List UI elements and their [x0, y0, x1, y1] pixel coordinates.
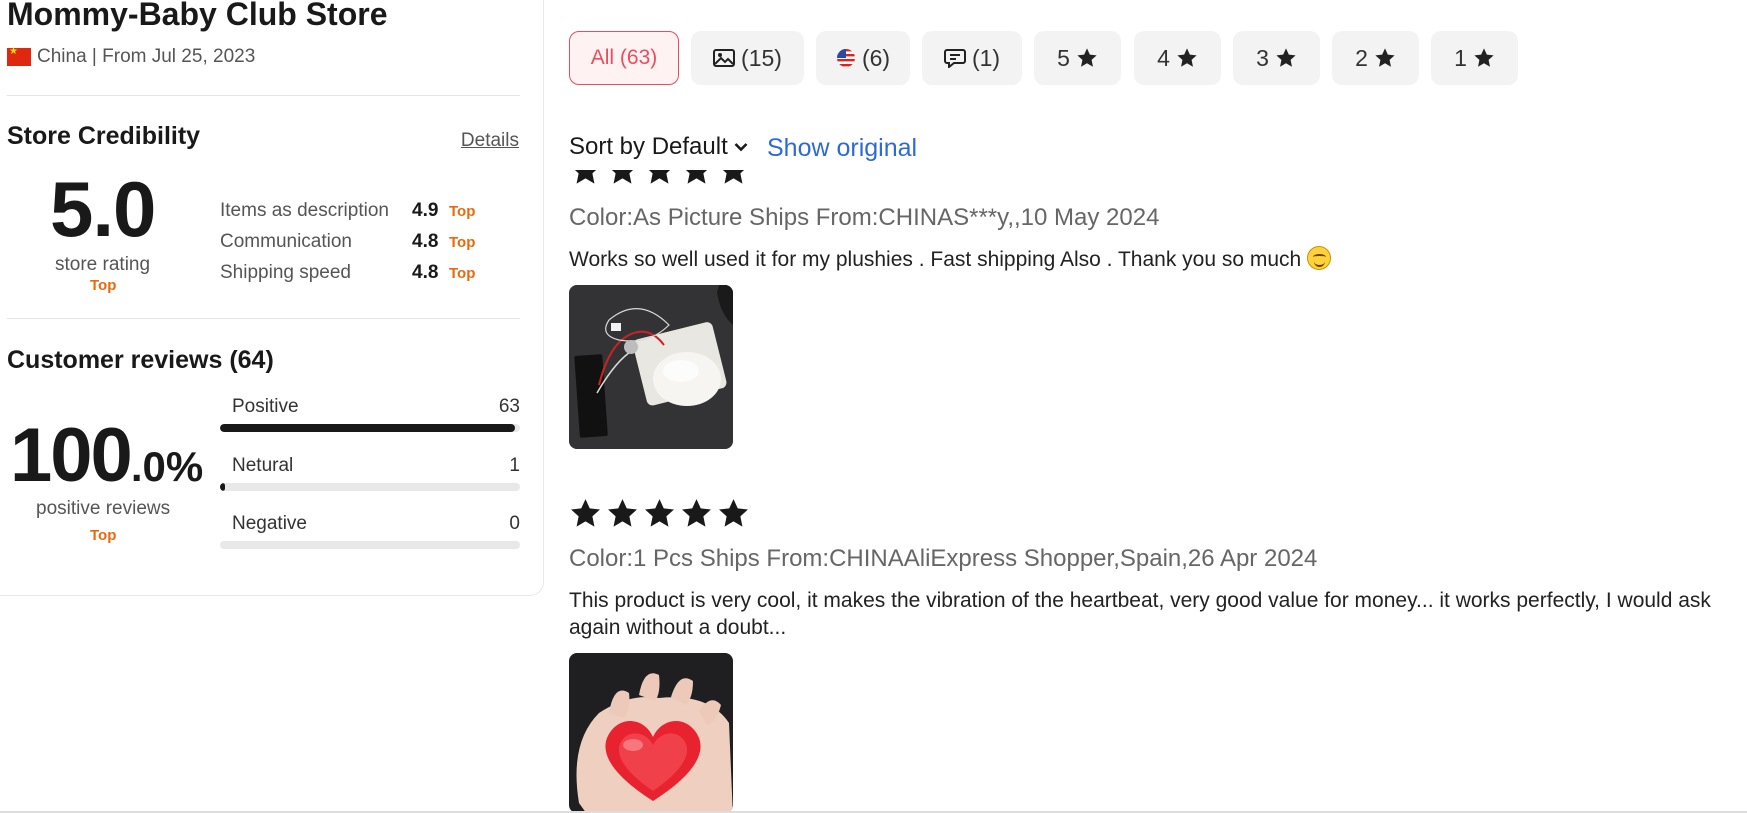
positive-percent-int: 100 [10, 413, 133, 498]
bar-label: Negative [232, 513, 307, 534]
metric-shipping-speed: Shipping speed 4.8 Top [220, 262, 475, 284]
store-credibility-title: Store Credibility [7, 122, 201, 150]
filter-3-star-chip[interactable]: 3 [1233, 31, 1320, 85]
bar-track [220, 424, 520, 432]
comment-icon [943, 49, 966, 68]
bar-label: Positive [232, 396, 299, 417]
bar-count: 1 [509, 455, 520, 476]
store-rating-caption: store rating [55, 254, 151, 275]
review-stars [569, 170, 750, 187]
star-icon [1375, 48, 1395, 67]
filter-5-star-label: 5 [1057, 44, 1070, 71]
show-original-link[interactable]: Show original [767, 134, 917, 163]
metric-badge: Top [449, 264, 476, 282]
metric-label: Shipping speed [220, 262, 351, 283]
review-stars [569, 497, 750, 530]
customer-reviews-title: Customer reviews (64) [7, 346, 274, 374]
filter-2-star-label: 2 [1355, 44, 1368, 71]
filter-photos-count: (15) [741, 44, 782, 71]
store-rating-value: 5.0 [50, 165, 156, 253]
filter-2-star-chip[interactable]: 2 [1332, 31, 1419, 85]
star-icon [1474, 48, 1494, 67]
review-photo[interactable] [569, 653, 733, 813]
review-bar-positive: Positive 63 [220, 396, 520, 432]
store-info-panel: Mommy-Baby Club Store China | From Jul 2… [0, 0, 544, 596]
star-icon [1077, 48, 1097, 67]
sort-label: Sort by Default [569, 133, 728, 160]
filter-1-star-label: 1 [1454, 44, 1467, 71]
us-flag-icon [836, 49, 855, 67]
metric-badge: Top [449, 202, 476, 220]
metric-label: Items as description [220, 200, 389, 221]
bar-count: 0 [509, 513, 520, 534]
chevron-down-icon [734, 143, 748, 152]
review-text: Works so well used it for my plushies . … [569, 246, 1739, 273]
star-icon [611, 170, 634, 184]
star-icon [608, 499, 637, 527]
filter-comments-count: (1) [971, 44, 1001, 71]
filter-4-star-label: 4 [1157, 44, 1170, 71]
filter-5-star-chip[interactable]: 5 [1034, 31, 1121, 85]
star-icon [682, 499, 711, 527]
bar-fill [220, 483, 225, 491]
review-text-content: Works so well used it for my plushies . … [569, 248, 1302, 271]
bar-label: Netural [232, 455, 294, 476]
star-icon [1177, 48, 1197, 67]
review-photo[interactable] [569, 285, 733, 449]
positive-reviews-badge: Top [90, 527, 117, 544]
star-icon [722, 170, 745, 184]
bar-track [220, 541, 520, 549]
filter-all-label: All (63) [590, 46, 658, 69]
review-photo-device [569, 285, 733, 449]
metric-communication: Communication 4.8 Top [220, 231, 475, 253]
bar-count: 63 [498, 396, 520, 417]
image-icon [713, 49, 736, 67]
divider [7, 95, 520, 96]
metric-value: 4.8 [412, 262, 439, 283]
filter-3-star-label: 3 [1256, 44, 1269, 71]
metric-items-as-description: Items as description 4.9 Top [220, 200, 475, 222]
store-rating-badge: Top [90, 277, 117, 294]
store-name: Mommy-Baby Club Store [7, 0, 388, 32]
filter-photos-chip[interactable]: (15) [691, 31, 804, 85]
store-origin: China | From Jul 25, 2023 [7, 46, 255, 68]
review-list: Color:As Picture Ships From:CHINAS***y,,… [544, 170, 1747, 813]
review-bar-neutral: Netural 1 [220, 455, 520, 491]
review-bar-negative: Negative 0 [220, 513, 520, 549]
star-icon [685, 170, 708, 184]
star-icon [571, 499, 600, 527]
filter-1-star-chip[interactable]: 1 [1431, 31, 1518, 85]
review-meta: Color:1 Pcs Ships From:CHINAAliExpress S… [569, 545, 1318, 572]
divider [7, 318, 520, 319]
filter-all-chip[interactable]: All (63) [569, 31, 679, 85]
filter-local-count: (6) [861, 44, 891, 71]
star-icon [648, 170, 671, 184]
review-meta: Color:As Picture Ships From:CHINAS***y,,… [569, 204, 1160, 231]
filter-4-star-chip[interactable]: 4 [1134, 31, 1221, 85]
filter-local-chip[interactable]: (6) [816, 31, 910, 85]
star-icon [645, 499, 674, 527]
review-photo-heart [569, 653, 733, 813]
sort-dropdown[interactable]: Sort by Default [569, 133, 748, 161]
store-origin-text: China | From Jul 25, 2023 [37, 46, 256, 67]
filter-comments-chip[interactable]: (1) [922, 31, 1022, 85]
positive-percent: 100.0% [10, 418, 203, 494]
star-icon [574, 170, 597, 184]
star-icon [719, 499, 748, 527]
review-text: This product is very cool, it makes the … [569, 589, 1711, 639]
metric-value: 4.9 [412, 200, 439, 221]
metric-label: Communication [220, 231, 352, 252]
metric-badge: Top [449, 233, 476, 251]
details-link[interactable]: Details [461, 130, 519, 152]
positive-percent-dec: .0% [130, 443, 204, 490]
bar-fill [220, 424, 516, 432]
metric-value: 4.8 [412, 231, 439, 252]
china-flag-icon [7, 46, 31, 66]
positive-reviews-caption: positive reviews [36, 498, 171, 519]
smiling-face-emoji-icon [1307, 246, 1332, 270]
star-icon [1276, 48, 1296, 67]
bar-track [220, 483, 520, 491]
